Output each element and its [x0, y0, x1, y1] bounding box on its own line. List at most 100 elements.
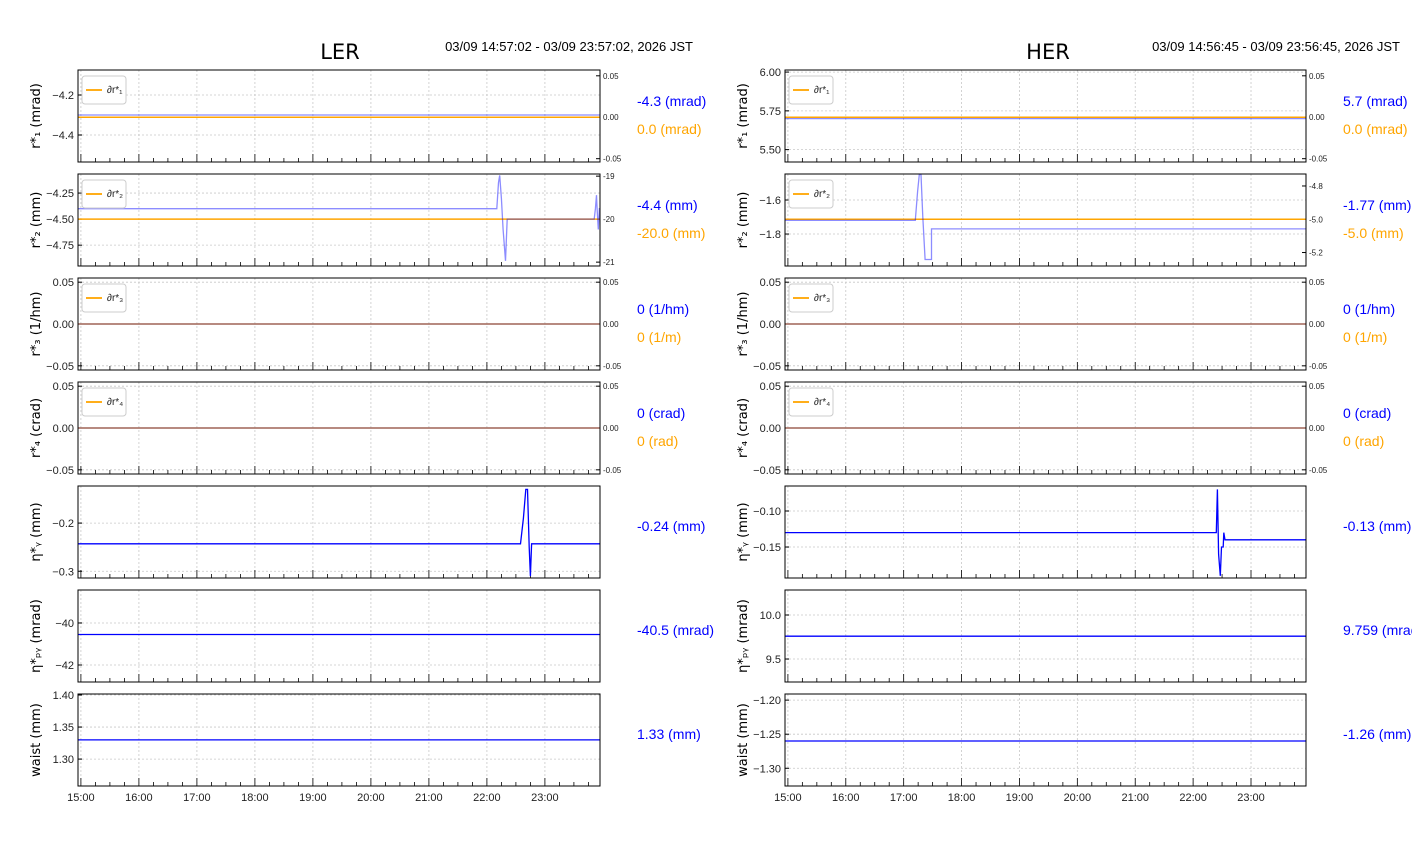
y-tick-label: 0.05 [53, 381, 74, 393]
y-tick-label: 0.00 [53, 423, 74, 435]
right-y-tick-label: 0.00 [1309, 320, 1325, 329]
plot-frame [77, 589, 601, 683]
right-y-tick-label: 0.00 [1309, 113, 1325, 122]
y-axis-label: r*₃ (1/hm) [736, 292, 751, 357]
x-tick-label: 16:00 [832, 792, 860, 804]
x-tick-label: 17:00 [890, 792, 918, 804]
x-tick-label: 19:00 [299, 792, 327, 804]
x-tick-label: 22:00 [473, 792, 501, 804]
readout-orange: 0 (rad) [1343, 433, 1384, 449]
panel-6: 10.0 9.5 η*ₚᵧ (mrad) 9.759 (mrad) [736, 589, 1412, 683]
panel-3: 0.05 0.00 −0.05 0.05 0.00 -0.05 ∂r*₃ r*₃ (1/hm)… [736, 277, 1395, 373]
right-y-tick-label: 0.05 [1309, 72, 1325, 81]
y-tick-label: 0.05 [760, 381, 781, 393]
readout-blue: -4.4 (mm) [637, 197, 698, 213]
right-y-tick-label: 0.00 [603, 320, 619, 329]
y-tick-label: −0.05 [753, 361, 781, 373]
x-tick-label: 20:00 [1064, 792, 1092, 804]
y-axis-label: η*ₚᵧ (mrad) [736, 599, 751, 673]
y-axis-label: r*₄ (crad) [29, 398, 44, 458]
x-tick-label: 22:00 [1179, 792, 1207, 804]
panel-7: −1.20 −1.25 −1.30waist (mm) -1.26 (mm) [736, 693, 1411, 787]
plot-frame [77, 173, 601, 267]
readout-orange: 0 (1/m) [637, 329, 681, 345]
time-range: 03/09 14:57:02 - 03/09 23:57:02, 2026 JS… [445, 39, 693, 54]
legend: ∂r*₄ [81, 387, 127, 417]
legend-label: ∂r*₁ [814, 85, 830, 96]
right-y-tick-label: -0.05 [1309, 362, 1328, 371]
right-y-tick-label: 0.00 [1309, 424, 1325, 433]
legend-label: ∂r*₃ [814, 293, 830, 304]
y-axis-label: r*₃ (1/hm) [29, 292, 44, 357]
right-y-tick-label: -20 [603, 215, 615, 224]
y-tick-label: 0.00 [760, 319, 781, 331]
x-tick-label: 16:00 [125, 792, 153, 804]
y-axis-label: waist (mm) [736, 703, 751, 777]
y-axis-label: r*₁ (mrad) [29, 83, 44, 149]
right-y-tick-label: -0.05 [1309, 155, 1328, 164]
readout-orange: 0.0 (mrad) [637, 121, 702, 137]
readout-blue: 0 (1/hm) [637, 301, 689, 317]
right-y-tick-label: 0.00 [603, 113, 619, 122]
right-y-tick-label: 0.05 [603, 382, 619, 391]
y-tick-label: 1.40 [53, 690, 74, 702]
right-y-tick-label: 0.05 [603, 72, 619, 81]
y-tick-label: 10.0 [760, 610, 781, 622]
plot-frame [784, 693, 1307, 787]
y-tick-label: −42 [55, 660, 74, 672]
right-y-tick-label: -5.2 [1309, 249, 1323, 258]
readout-blue: 0 (crad) [1343, 405, 1391, 421]
readout-blue: 1.33 (mm) [637, 726, 701, 742]
panel-1: 6.00 5.75 5.50 0.05 0.00 -0.05 ∂r*₁ r*₁ (mrad) 5… [736, 67, 1408, 164]
readout-blue: 0 (crad) [637, 405, 685, 421]
y-tick-label: −0.15 [753, 542, 781, 554]
x-tick-label: 18:00 [241, 792, 269, 804]
x-tick-label: 21:00 [1121, 792, 1149, 804]
y-tick-label: 6.00 [760, 67, 781, 79]
x-tick-label: 15:00 [67, 792, 95, 804]
y-tick-label: 0.05 [760, 277, 781, 289]
y-tick-label: −0.10 [753, 506, 781, 518]
y-tick-label: −4.75 [46, 240, 74, 252]
right-y-tick-label: -0.05 [603, 155, 622, 164]
readout-orange: 0 (1/m) [1343, 329, 1387, 345]
readout-orange: -5.0 (mm) [1343, 225, 1404, 241]
y-axis-label: r*₂ (mm) [736, 192, 751, 249]
y-tick-label: −1.20 [753, 695, 781, 707]
plot-frame [784, 69, 1307, 163]
right-y-tick-label: 0.05 [1309, 382, 1325, 391]
y-tick-label: −4.25 [46, 188, 74, 200]
time-range: 03/09 14:56:45 - 03/09 23:56:45, 2026 JS… [1152, 39, 1400, 54]
y-tick-label: −40 [55, 618, 74, 630]
y-axis-label: waist (mm) [29, 703, 44, 777]
x-tick-label: 19:00 [1006, 792, 1034, 804]
legend-label: ∂r*₃ [107, 293, 123, 304]
y-tick-label: 0.00 [760, 423, 781, 435]
legend: ∂r*₃ [81, 283, 127, 313]
y-axis-label: η*ₚᵧ (mrad) [29, 599, 44, 673]
legend-label: ∂r*₁ [107, 85, 123, 96]
readout-orange: 0 (rad) [637, 433, 678, 449]
figure: LER 03/09 14:57:02 - 03/09 23:57:02, 2026… [29, 39, 1412, 804]
right-y-tick-label: -0.05 [603, 466, 622, 475]
chart-title: HER [1026, 40, 1070, 64]
readout-blue: -40.5 (mrad) [637, 622, 714, 638]
legend: ∂r*₂ [788, 179, 834, 209]
y-tick-label: −1.25 [753, 729, 781, 741]
y-tick-label: 0.00 [53, 319, 74, 331]
panel-5: −0.2 −0.3 η*ᵧ (mm) -0.24 (mm) [29, 485, 705, 579]
readout-blue: 5.7 (mrad) [1343, 93, 1408, 109]
y-tick-label: 5.50 [760, 145, 781, 157]
legend: ∂r*₁ [788, 75, 834, 105]
readout-blue: 0 (1/hm) [1343, 301, 1395, 317]
y-tick-label: 0.05 [53, 277, 74, 289]
y-tick-label: −0.2 [52, 518, 74, 530]
chart-title: LER [320, 40, 360, 64]
panel-3: 0.05 0.00 −0.05 0.05 0.00 -0.05 ∂r*₃ r*₃ (1/hm)… [29, 277, 689, 373]
panel-7: 1.40 1.35 1.30 waist (mm) 1.33 (mm) [29, 690, 701, 787]
y-tick-label: −1.8 [759, 229, 781, 241]
series-blue [78, 175, 601, 261]
right-y-tick-label: 0.05 [603, 278, 619, 287]
panel-6: −40 −42 η*ₚᵧ (mrad) -40.5 (mrad) [29, 589, 714, 683]
readout-blue: -0.24 (mm) [637, 518, 705, 534]
